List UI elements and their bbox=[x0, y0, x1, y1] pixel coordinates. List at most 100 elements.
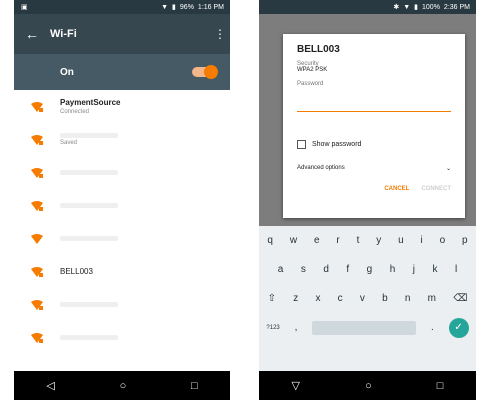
network-row[interactable]: Saved bbox=[14, 123, 230, 156]
enter-check-icon[interactable]: ✓ bbox=[448, 317, 469, 338]
dialog-title: BELL003 bbox=[297, 44, 340, 55]
battery-percent: 100% bbox=[422, 3, 440, 11]
security-value: WPA2 PSK bbox=[297, 67, 328, 73]
network-name-placeholder bbox=[60, 203, 118, 208]
network-row[interactable]: PaymentSource Connected bbox=[14, 90, 230, 123]
cancel-button[interactable]: CANCEL bbox=[384, 186, 409, 192]
wifi-lock-icon bbox=[14, 299, 60, 310]
network-row[interactable] bbox=[14, 156, 230, 189]
key-y[interactable]: y bbox=[376, 235, 381, 246]
network-name: BELL003 bbox=[60, 267, 93, 276]
back-nav-icon[interactable]: ◁ bbox=[46, 379, 54, 392]
key-c[interactable]: c bbox=[338, 293, 343, 304]
network-name-placeholder bbox=[60, 335, 118, 340]
key-m[interactable]: m bbox=[428, 293, 436, 304]
key-o[interactable]: o bbox=[440, 235, 446, 246]
symbols-key[interactable]: ?123 bbox=[266, 325, 279, 331]
back-arrow-icon[interactable]: ← bbox=[14, 26, 50, 42]
home-nav-icon[interactable]: ○ bbox=[365, 380, 372, 392]
show-password-checkbox[interactable] bbox=[297, 140, 306, 149]
shift-icon[interactable]: ⇧ bbox=[268, 293, 276, 304]
status-time: 1:16 PM bbox=[197, 3, 224, 11]
keyboard-row-2: a s d f g h j k l bbox=[259, 255, 476, 284]
nav-bar: ▽ ○ □ bbox=[259, 371, 476, 400]
key-z[interactable]: z bbox=[293, 293, 298, 304]
home-nav-icon[interactable]: ○ bbox=[120, 380, 127, 392]
wifi-connect-screen: ✱ ▼ ▮ 100% 2:36 PM BELL003 Security WPA2… bbox=[259, 0, 476, 400]
backspace-icon[interactable]: ⌫ bbox=[453, 293, 467, 304]
network-name-placeholder bbox=[60, 302, 118, 307]
advanced-options-label: Advanced options bbox=[297, 165, 345, 171]
wifi-icon bbox=[14, 233, 60, 244]
key-d[interactable]: d bbox=[323, 264, 329, 275]
key-t[interactable]: t bbox=[357, 235, 360, 246]
key-p[interactable]: p bbox=[462, 235, 468, 246]
key-g[interactable]: g bbox=[367, 264, 373, 275]
network-row[interactable] bbox=[14, 189, 230, 222]
battery-icon: ▮ bbox=[172, 4, 176, 11]
advanced-options-row[interactable]: Advanced options ⌄ bbox=[297, 165, 451, 172]
recents-nav-icon[interactable]: □ bbox=[437, 380, 444, 392]
wifi-status-icon: ▼ bbox=[161, 3, 169, 11]
network-row[interactable] bbox=[14, 321, 230, 354]
keyboard-row-4: ?123 , . ✓ bbox=[259, 313, 476, 342]
key-f[interactable]: f bbox=[346, 264, 349, 275]
keyboard-row-3: ⇧ z x c v b n m ⌫ bbox=[259, 284, 476, 313]
key-x[interactable]: x bbox=[315, 293, 320, 304]
connect-dialog: BELL003 Security WPA2 PSK Password Show … bbox=[283, 34, 465, 218]
more-options-icon[interactable]: ⋮ bbox=[210, 27, 230, 41]
wifi-toggle-bar[interactable]: On bbox=[14, 54, 230, 90]
key-w[interactable]: w bbox=[290, 235, 297, 246]
connect-button[interactable]: CONNECT bbox=[421, 186, 451, 192]
key-e[interactable]: e bbox=[314, 235, 320, 246]
key-u[interactable]: u bbox=[398, 235, 404, 246]
status-time: 2:36 PM bbox=[443, 3, 470, 11]
status-bar: ▣ ▼ ▮ 96% 1:16 PM bbox=[14, 0, 230, 14]
key-v[interactable]: v bbox=[360, 293, 365, 304]
key-j[interactable]: j bbox=[413, 264, 415, 275]
password-label: Password bbox=[297, 81, 324, 87]
show-password-label: Show password bbox=[312, 141, 362, 148]
network-name-placeholder bbox=[60, 236, 118, 241]
key-n[interactable]: n bbox=[405, 293, 411, 304]
key-s[interactable]: s bbox=[301, 264, 306, 275]
key-r[interactable]: r bbox=[336, 235, 339, 246]
battery-icon: ▮ bbox=[414, 4, 419, 11]
wifi-settings-screen: ▣ ▼ ▮ 96% 1:16 PM ← Wi-Fi ⋮ On PaymentSo… bbox=[14, 0, 230, 400]
soft-keyboard: q w e r t y u i o p a s d f g h j k l ⇧ … bbox=[259, 226, 476, 371]
network-list: PaymentSource Connected Saved BELL003 bbox=[14, 90, 230, 354]
password-input[interactable] bbox=[297, 111, 451, 112]
network-status: Connected bbox=[60, 109, 90, 115]
wifi-lock-icon bbox=[14, 167, 60, 178]
comma-key[interactable]: , bbox=[295, 322, 298, 333]
key-h[interactable]: h bbox=[390, 264, 396, 275]
wifi-lock-icon bbox=[14, 134, 60, 145]
keyboard-hide-icon[interactable]: ▽ bbox=[292, 379, 300, 392]
wifi-lock-icon bbox=[14, 200, 60, 211]
network-row[interactable]: BELL003 bbox=[14, 255, 230, 288]
network-row[interactable] bbox=[14, 288, 230, 321]
network-row[interactable] bbox=[14, 222, 230, 255]
chevron-down-icon: ⌄ bbox=[445, 166, 451, 172]
wifi-switch[interactable] bbox=[192, 65, 218, 79]
recents-nav-icon[interactable]: □ bbox=[191, 380, 198, 392]
network-name-placeholder bbox=[60, 170, 118, 175]
key-l[interactable]: l bbox=[455, 264, 457, 275]
network-name-placeholder bbox=[60, 133, 118, 138]
period-key[interactable]: . bbox=[431, 322, 434, 333]
key-k[interactable]: k bbox=[433, 264, 438, 275]
app-toolbar: ← Wi-Fi ⋮ bbox=[14, 14, 230, 54]
status-bar: ✱ ▼ ▮ 100% 2:36 PM bbox=[259, 0, 476, 14]
show-password-row[interactable]: Show password bbox=[297, 140, 451, 149]
dialog-buttons: CANCEL CONNECT bbox=[297, 186, 451, 192]
key-b[interactable]: b bbox=[382, 293, 388, 304]
network-name: PaymentSource bbox=[60, 98, 121, 107]
key-i[interactable]: i bbox=[420, 235, 422, 246]
key-a[interactable]: a bbox=[278, 264, 284, 275]
nav-bar: ◁ ○ □ bbox=[14, 371, 230, 400]
space-bar[interactable] bbox=[312, 320, 417, 335]
key-q[interactable]: q bbox=[267, 235, 273, 246]
wifi-lock-icon bbox=[14, 101, 60, 112]
wifi-lock-icon bbox=[14, 332, 60, 343]
bluetooth-icon: ✱ bbox=[393, 4, 400, 11]
